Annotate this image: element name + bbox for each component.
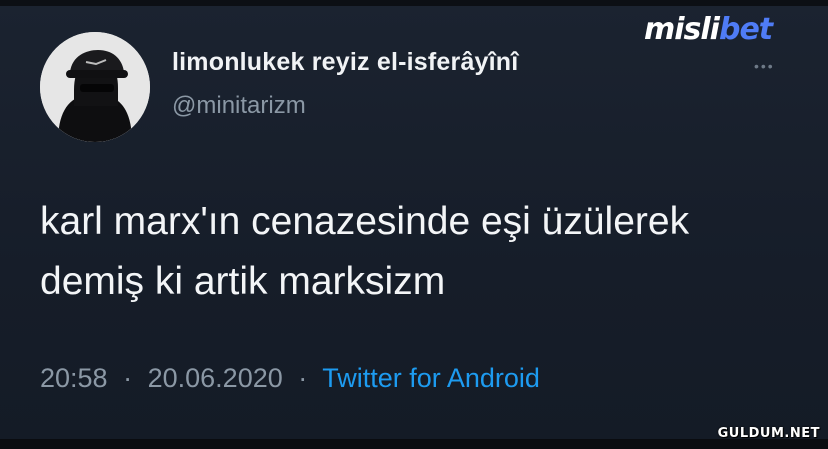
- more-horizontal-icon[interactable]: •••: [754, 58, 775, 74]
- tweet-text-line-1: karl marx'ın cenazesinde eşi üzülerek: [40, 200, 690, 243]
- bottom-border: [0, 439, 828, 449]
- avatar-icon: [40, 32, 150, 142]
- brand-logo-part-a: misli: [644, 12, 720, 47]
- tweet-source-link[interactable]: Twitter for Android: [322, 363, 540, 393]
- meta-separator-2: ·: [298, 363, 308, 393]
- tweet-time[interactable]: 20:58: [40, 363, 108, 393]
- brand-logo: mislibet: [644, 12, 773, 52]
- top-border: [0, 0, 828, 6]
- brand-logo-part-b: bet: [718, 12, 773, 47]
- tweet-screenshot: mislibet limonlukek reyiz el-isferâyînî …: [0, 0, 828, 449]
- user-handle[interactable]: @minitarizm: [172, 92, 306, 120]
- avatar[interactable]: [40, 32, 150, 142]
- tweet-meta: 20:58 · 20.06.2020 · Twitter for Android: [40, 363, 540, 394]
- tweet-text: karl marx'ın cenazesinde eşi üzülerek de…: [40, 192, 800, 312]
- tweet-date[interactable]: 20.06.2020: [148, 363, 283, 393]
- tweet-text-line-2: demiş ki artik marksizm: [40, 260, 446, 303]
- meta-separator-1: ·: [123, 363, 133, 393]
- display-name[interactable]: limonlukek reyiz el-isferâyînî: [172, 48, 518, 77]
